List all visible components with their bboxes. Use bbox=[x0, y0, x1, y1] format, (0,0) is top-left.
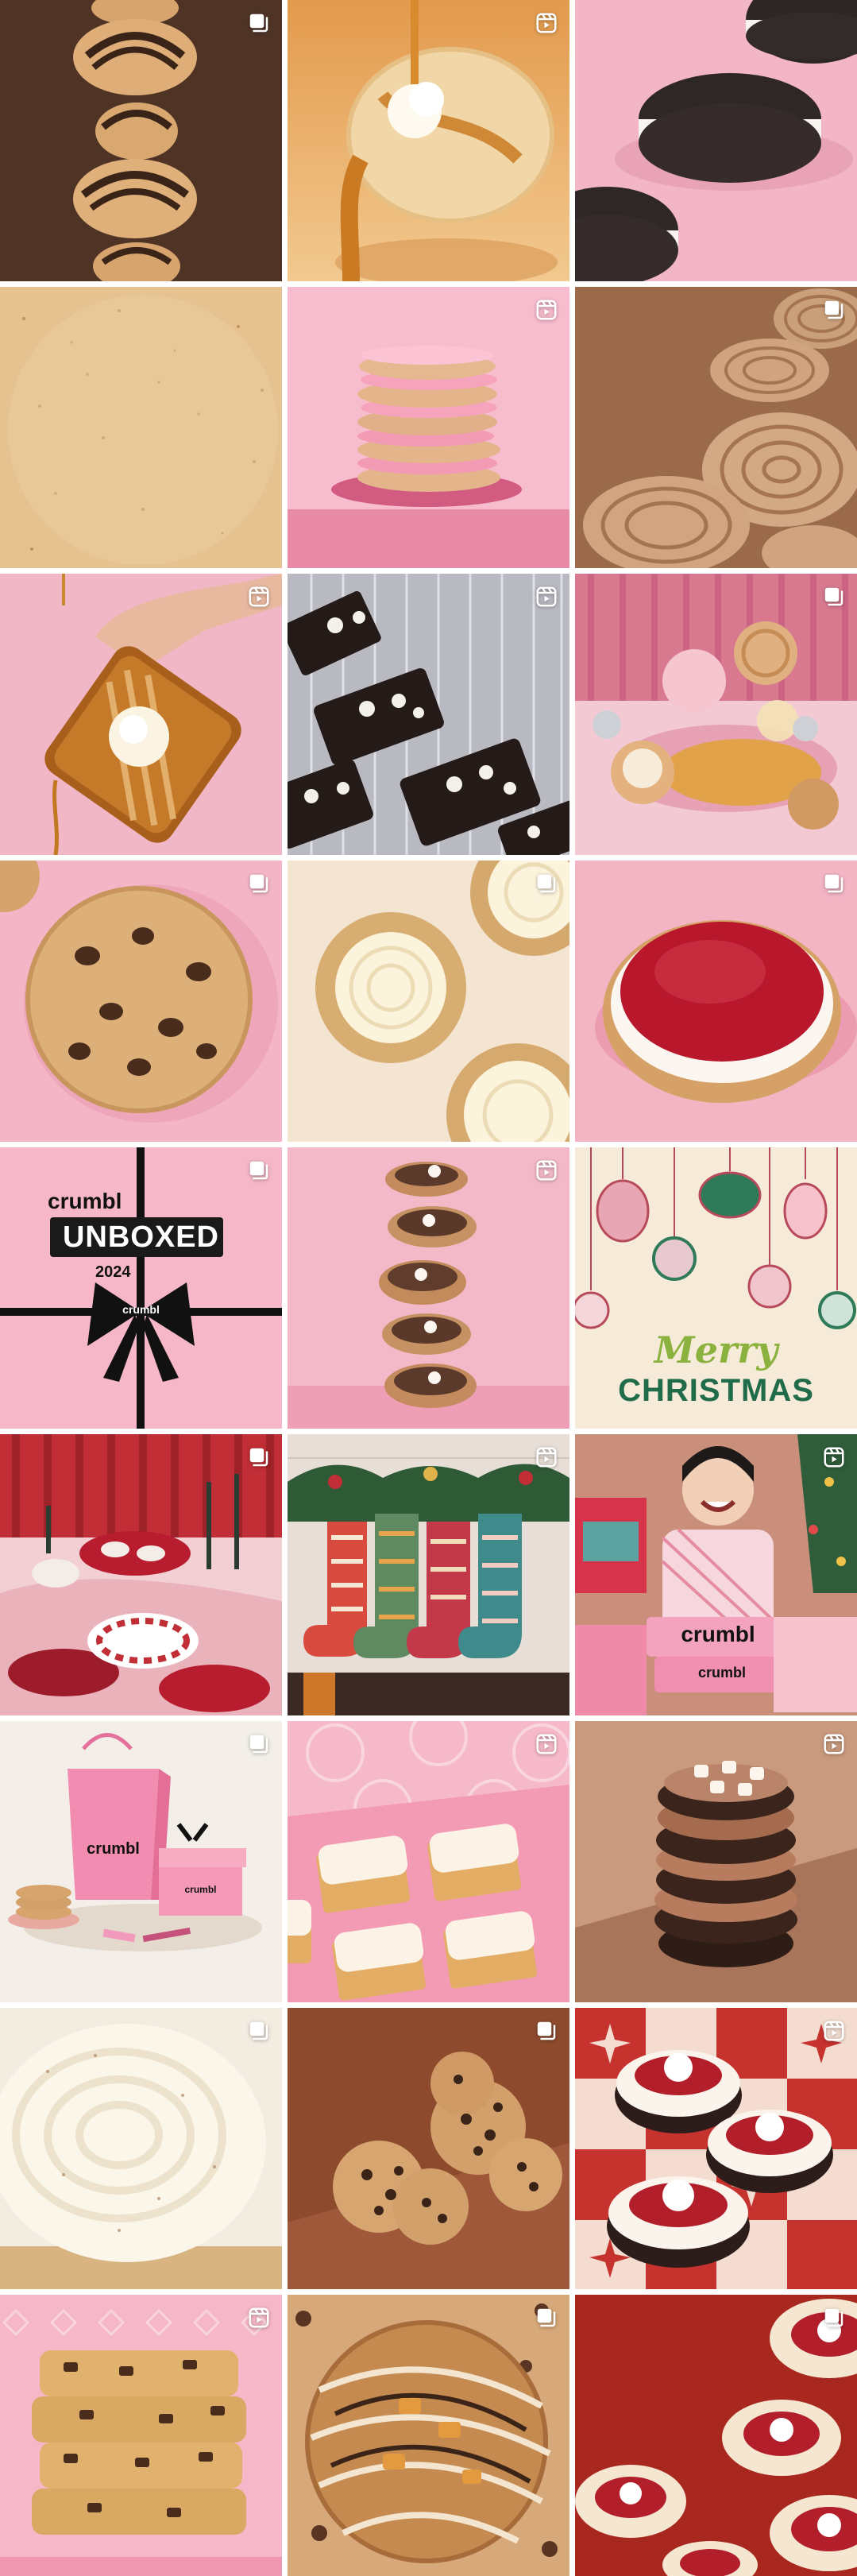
post-image bbox=[288, 287, 569, 568]
reel-icon bbox=[245, 583, 272, 610]
reel-icon bbox=[820, 1444, 847, 1471]
post-tile[interactable] bbox=[0, 2008, 282, 2289]
post-tile[interactable] bbox=[288, 0, 569, 281]
carousel-icon bbox=[533, 2304, 560, 2331]
carousel-icon bbox=[820, 2304, 847, 2331]
carousel-icon bbox=[245, 2017, 272, 2044]
bag-label: crumbl bbox=[87, 1840, 140, 1858]
carousel-icon bbox=[245, 1731, 272, 1758]
post-image bbox=[288, 1721, 569, 2002]
post-image bbox=[288, 1434, 569, 1715]
post-tile[interactable] bbox=[288, 861, 569, 1142]
post-image bbox=[288, 2008, 569, 2289]
reel-icon bbox=[533, 10, 560, 37]
post-image bbox=[575, 287, 857, 568]
post-tile[interactable] bbox=[575, 2295, 857, 2576]
post-tile[interactable] bbox=[575, 0, 857, 281]
greeting-line-2: CHRISTMAS bbox=[618, 1373, 814, 1408]
post-tile[interactable]: Merry CHRISTMAS bbox=[575, 1147, 857, 1429]
post-tile[interactable] bbox=[575, 574, 857, 855]
post-tile[interactable]: crumbl UNBOXED 2024 crumbl bbox=[0, 1147, 282, 1429]
post-image bbox=[288, 2295, 569, 2576]
post-tile[interactable] bbox=[288, 574, 569, 855]
post-tile[interactable] bbox=[288, 1434, 569, 1715]
post-tile[interactable] bbox=[288, 287, 569, 568]
carousel-icon bbox=[245, 10, 272, 37]
post-image bbox=[575, 861, 857, 1142]
brand-logo: crumbl bbox=[48, 1189, 122, 1213]
box-label-secondary: crumbl bbox=[697, 1665, 746, 1681]
post-image bbox=[0, 861, 282, 1142]
post-image bbox=[0, 2008, 282, 2289]
reel-icon bbox=[533, 1444, 560, 1471]
post-tile[interactable]: crumbl crumbl bbox=[0, 1721, 282, 2002]
post-tile[interactable] bbox=[0, 574, 282, 855]
post-image bbox=[0, 287, 282, 568]
post-tile[interactable]: crumbl crumbl bbox=[575, 1434, 857, 1715]
carousel-icon bbox=[533, 870, 560, 897]
post-image bbox=[0, 574, 282, 855]
reel-icon bbox=[245, 2304, 272, 2331]
carousel-icon bbox=[820, 583, 847, 610]
post-image bbox=[288, 574, 569, 855]
post-image bbox=[0, 2295, 282, 2576]
post-image bbox=[575, 574, 857, 855]
post-image bbox=[575, 0, 857, 281]
carousel-icon bbox=[245, 870, 272, 897]
post-tile[interactable] bbox=[0, 861, 282, 1142]
reel-icon bbox=[533, 583, 560, 610]
greeting-line-1: Merry bbox=[654, 1329, 778, 1371]
carousel-icon bbox=[533, 2017, 560, 2044]
reel-icon bbox=[533, 296, 560, 323]
post-tile[interactable] bbox=[0, 287, 282, 568]
post-tile[interactable] bbox=[575, 287, 857, 568]
carousel-icon bbox=[245, 1157, 272, 1184]
post-image bbox=[288, 1147, 569, 1429]
post-tile[interactable] bbox=[288, 2008, 569, 2289]
post-tile[interactable] bbox=[288, 1147, 569, 1429]
reel-icon bbox=[820, 2017, 847, 2044]
post-grid: crumbl UNBOXED 2024 crumbl Merry CHRISTM… bbox=[0, 0, 857, 2576]
carousel-icon bbox=[820, 870, 847, 897]
carousel-icon bbox=[820, 296, 847, 323]
headline: UNBOXED bbox=[62, 1220, 220, 1254]
post-image bbox=[0, 0, 282, 281]
post-tile[interactable] bbox=[0, 0, 282, 281]
post-image bbox=[288, 861, 569, 1142]
box-label: crumbl bbox=[184, 1884, 217, 1895]
reel-icon bbox=[820, 1731, 847, 1758]
post-tile[interactable] bbox=[575, 2008, 857, 2289]
post-tile[interactable] bbox=[288, 1721, 569, 2002]
reel-icon bbox=[533, 1731, 560, 1758]
post-image bbox=[575, 2008, 857, 2289]
post-image bbox=[288, 0, 569, 281]
post-tile[interactable] bbox=[0, 2295, 282, 2576]
year-label: 2024 bbox=[95, 1263, 131, 1281]
post-image bbox=[0, 1434, 282, 1715]
post-tile[interactable] bbox=[288, 2295, 569, 2576]
box-label: crumbl bbox=[681, 1622, 755, 1646]
post-tile[interactable] bbox=[575, 861, 857, 1142]
ribbon-label: crumbl bbox=[122, 1303, 160, 1316]
post-tile[interactable] bbox=[575, 1721, 857, 2002]
post-image bbox=[0, 1721, 282, 2002]
post-image bbox=[575, 2295, 857, 2576]
post-image bbox=[575, 1721, 857, 2002]
reel-icon bbox=[533, 1157, 560, 1184]
post-tile[interactable] bbox=[0, 1434, 282, 1715]
carousel-icon bbox=[245, 1444, 272, 1471]
